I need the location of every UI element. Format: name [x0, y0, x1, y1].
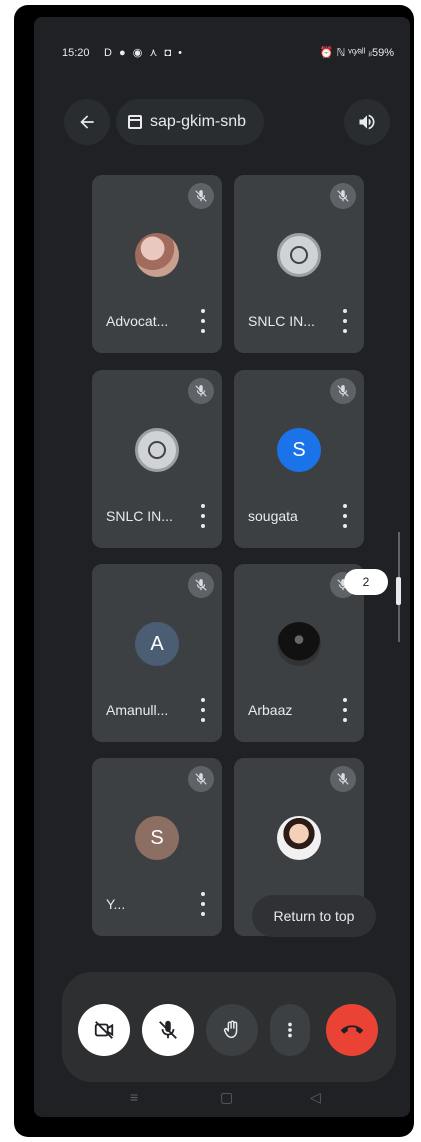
more-options-icon[interactable]	[342, 309, 348, 333]
status-icons-right: ⏰ ℕ ᵛᵒ⁄ᵃˡˡ ᵢₗ	[319, 47, 372, 59]
participant-tile[interactable]: A Amanull...	[92, 564, 222, 742]
participant-name: SNLC IN...	[248, 313, 315, 329]
participant-tile[interactable]: Arbaaz	[234, 564, 364, 742]
mic-toggle-button[interactable]	[142, 1004, 194, 1056]
mic-off-icon	[188, 183, 214, 209]
more-options-icon[interactable]	[200, 698, 206, 722]
end-call-icon	[341, 1025, 363, 1034]
status-time: 15:20	[62, 47, 90, 59]
more-options-button[interactable]	[270, 1004, 310, 1056]
participant-tile[interactable]: SNLC IN...	[92, 370, 222, 548]
more-options-icon[interactable]	[200, 309, 206, 333]
more-options-icon[interactable]	[342, 504, 348, 528]
scroll-thumb[interactable]	[396, 577, 401, 605]
recents-nav-icon[interactable]: ≡	[130, 1089, 138, 1105]
back-button[interactable]	[64, 99, 110, 145]
meet-screen: 15:20 D ● ◉ ⋏ ◘ • ⏰ ℕ ᵛᵒ⁄ᵃˡˡ ᵢₗ 59% sap-…	[34, 17, 410, 1117]
end-call-button[interactable]	[326, 1004, 378, 1056]
arrow-left-icon	[80, 115, 94, 129]
status-icons-left: D ● ◉ ⋏ ◘ •	[104, 47, 185, 59]
back-nav-icon[interactable]: ◁	[310, 1089, 321, 1106]
raise-hand-button[interactable]	[206, 1004, 258, 1056]
calendar-icon	[128, 115, 142, 129]
speaker-button[interactable]	[344, 99, 390, 145]
participant-name: SNLC IN...	[106, 508, 173, 524]
raise-hand-icon	[223, 1020, 238, 1039]
page-badge: 2	[344, 569, 388, 595]
battery-level: 59%	[371, 47, 394, 59]
more-icon	[288, 1022, 292, 1038]
participant-tile[interactable]: Advocat...	[92, 175, 222, 353]
participant-tile[interactable]: S sougata	[234, 370, 364, 548]
more-options-icon[interactable]	[200, 892, 206, 916]
call-controls	[62, 972, 396, 1082]
participant-avatar	[135, 233, 179, 277]
participant-name: Arbaaz	[248, 702, 293, 718]
mic-off-icon	[188, 572, 214, 598]
status-bar: 15:20 D ● ◉ ⋏ ◘ • ⏰ ℕ ᵛᵒ⁄ᵃˡˡ ᵢₗ 59%	[34, 45, 410, 65]
mic-off-icon	[330, 183, 356, 209]
return-to-top-button[interactable]: Return to top	[252, 895, 376, 937]
participant-avatar: S	[277, 428, 321, 472]
home-nav-icon[interactable]: ▢	[220, 1089, 233, 1106]
participant-name: Advocat...	[106, 313, 169, 329]
participant-name: Y...	[106, 896, 126, 912]
mic-off-icon	[159, 1020, 177, 1039]
participant-avatar	[277, 233, 321, 277]
participant-avatar: A	[135, 622, 179, 666]
participant-avatar	[135, 428, 179, 472]
system-nav-bar: ≡ ▢ ◁	[34, 1085, 410, 1117]
participant-avatar	[277, 816, 321, 860]
participant-avatar: S	[135, 816, 179, 860]
mic-off-icon	[188, 766, 214, 792]
more-options-icon[interactable]	[200, 504, 206, 528]
volume-icon	[359, 114, 375, 130]
participant-tile[interactable]: S Y...	[92, 758, 222, 936]
top-bar: sap-gkim-snb	[34, 95, 410, 151]
mic-off-icon	[330, 378, 356, 404]
camera-off-icon	[94, 1021, 114, 1039]
participant-name: Amanull...	[106, 702, 169, 718]
camera-toggle-button[interactable]	[78, 1004, 130, 1056]
participant-tile[interactable]: SNLC IN...	[234, 175, 364, 353]
meeting-code: sap-gkim-snb	[150, 113, 247, 130]
phone-frame: 15:20 D ● ◉ ⋏ ◘ • ⏰ ℕ ᵛᵒ⁄ᵃˡˡ ᵢₗ 59% sap-…	[14, 5, 414, 1137]
meeting-code-chip[interactable]: sap-gkim-snb	[116, 99, 264, 145]
participant-name: sougata	[248, 508, 298, 524]
mic-off-icon	[188, 378, 214, 404]
mic-off-icon	[330, 766, 356, 792]
participant-avatar	[277, 622, 321, 666]
more-options-icon[interactable]	[342, 698, 348, 722]
